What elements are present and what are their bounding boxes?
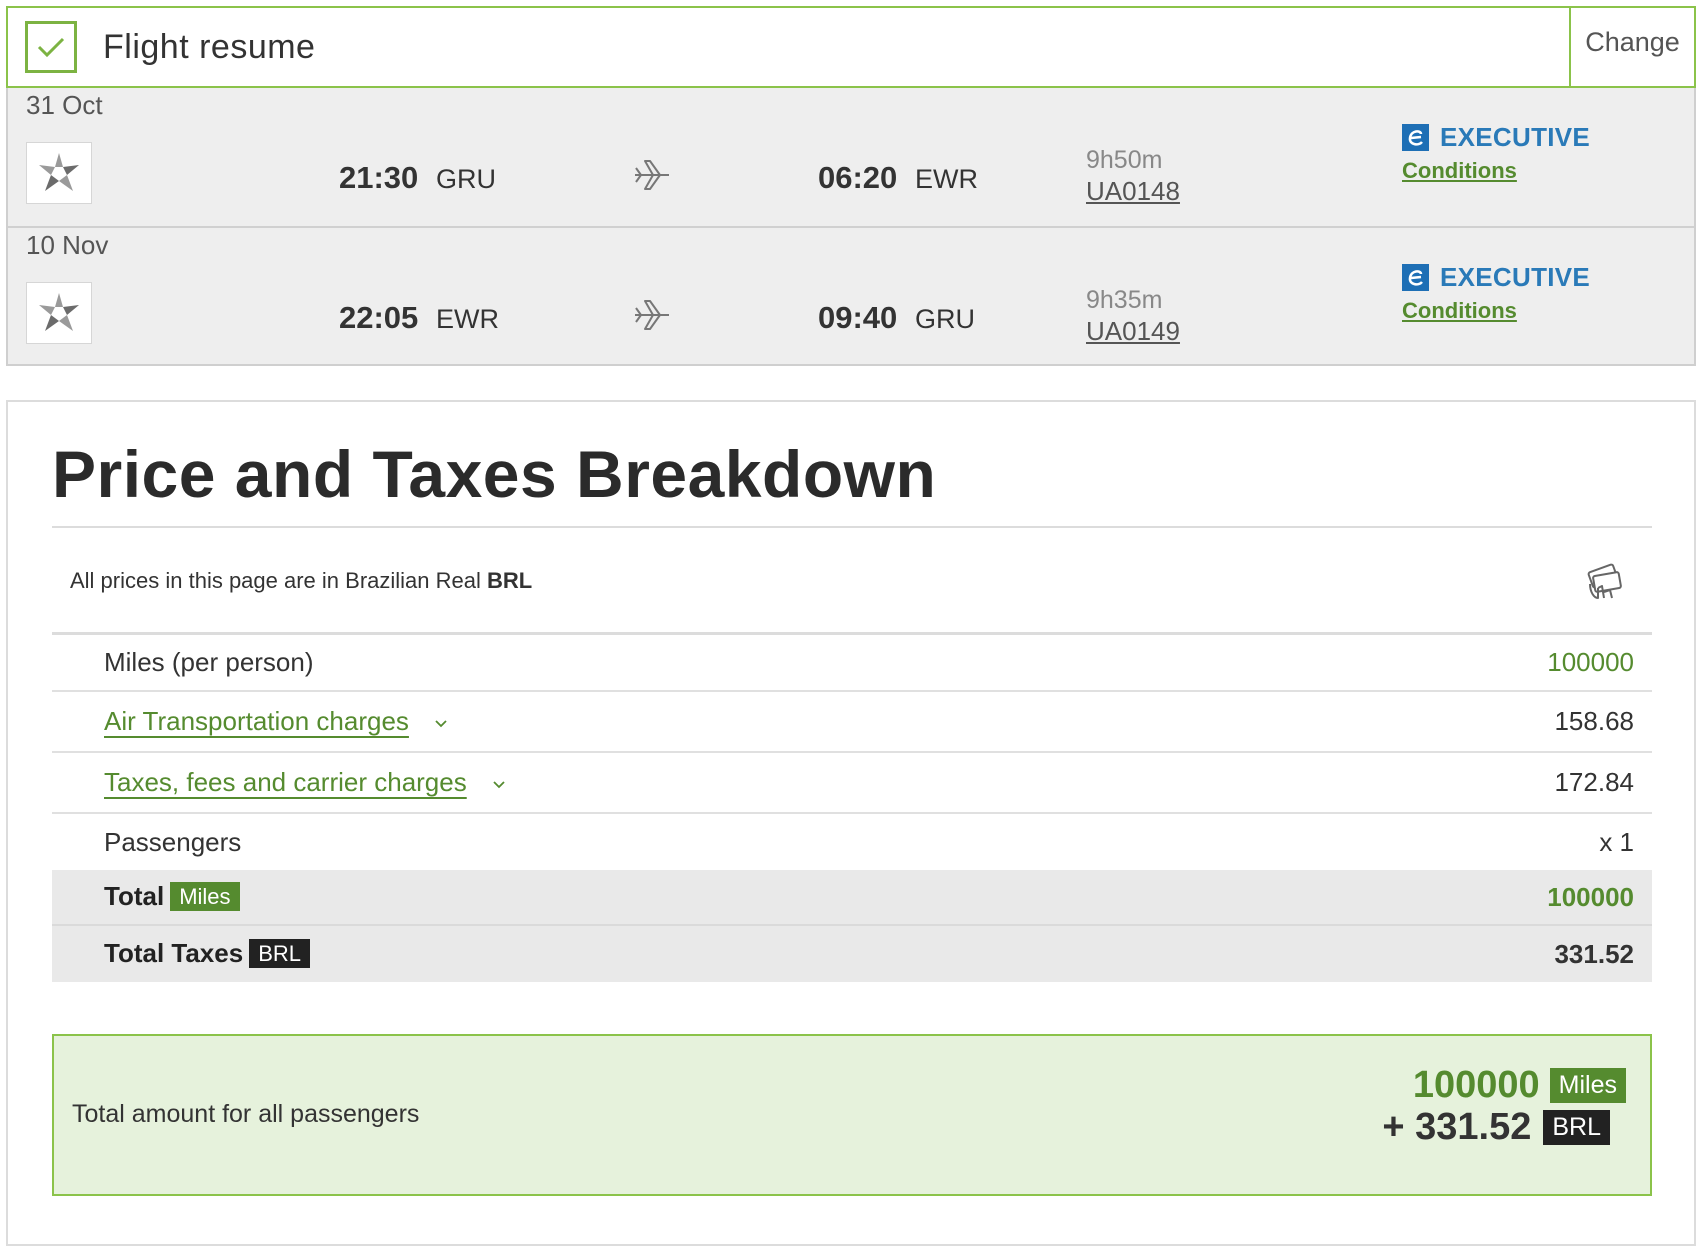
price-breakdown-title: Price and Taxes Breakdown: [52, 437, 937, 511]
flight-segment-outbound: 31 Oct 21:30 GRU 06:20 EWR 9h50m UA0148 …: [8, 88, 1694, 226]
grand-total-label: Total amount for all passengers: [72, 1100, 420, 1128]
flight-duration: 9h50m: [1086, 146, 1163, 174]
passengers-row: Passengers x 1: [52, 814, 1652, 870]
arrival-time: 09:40: [818, 300, 898, 335]
grand-total-box: Total amount for all passengers 100000 M…: [52, 1034, 1652, 1196]
currency-note-text: All prices in this page are in Brazilian…: [70, 568, 487, 593]
row-value: 100000: [1547, 647, 1634, 677]
row-value: 158.68: [1554, 706, 1634, 736]
row-label: Miles (per person): [104, 647, 314, 677]
total-taxes-value: 331.52: [1554, 938, 1634, 969]
grand-total-brl: + 331.52 BRL: [1382, 1106, 1610, 1149]
row-value: 172.84: [1554, 767, 1634, 797]
flight-resume-title: Flight resume: [103, 28, 316, 66]
grand-total-miles: 100000 Miles: [1413, 1064, 1626, 1107]
miles-tag: Miles: [170, 881, 240, 911]
segment-date: 10 Nov: [26, 230, 109, 260]
change-button[interactable]: Change: [1569, 8, 1694, 88]
departure-time: 22:05: [339, 300, 419, 335]
brl-tag: BRL: [1543, 1110, 1610, 1145]
row-label: Passengers: [104, 826, 242, 857]
flight-number-link[interactable]: UA0149: [1086, 316, 1180, 347]
taxes-fees-toggle[interactable]: Taxes, fees and carrier charges: [104, 767, 506, 798]
chevron-down-icon[interactable]: [434, 713, 448, 734]
money-icon: [1584, 562, 1628, 607]
miles-tag: Miles: [1549, 1068, 1626, 1103]
flight-duration: 9h35m: [1086, 286, 1163, 314]
flight-segments: 31 Oct 21:30 GRU 06:20 EWR 9h50m UA0148 …: [6, 88, 1696, 366]
total-miles-row: Total Miles 100000: [52, 870, 1652, 926]
conditions-link[interactable]: Conditions: [1402, 158, 1517, 184]
arrival-airport: GRU: [915, 304, 975, 334]
total-miles-label: Total Miles: [104, 881, 240, 913]
row-label[interactable]: Air Transportation charges: [104, 706, 409, 736]
miles-per-person-row: Miles (per person) 100000: [52, 635, 1652, 692]
executive-cabin-icon: [1402, 124, 1429, 151]
price-breakdown-card: Price and Taxes Breakdown All prices in …: [6, 400, 1696, 1246]
flight-number-link[interactable]: UA0148: [1086, 176, 1180, 207]
departure-airport: EWR: [436, 304, 499, 334]
row-label[interactable]: Taxes, fees and carrier charges: [104, 767, 467, 797]
check-icon: [25, 21, 77, 73]
plane-icon: [633, 158, 671, 197]
plane-icon: [633, 298, 671, 337]
executive-cabin-icon: [1402, 264, 1429, 291]
total-taxes-row: Total Taxes BRL 331.52: [52, 926, 1652, 982]
total-miles-value: 100000: [1547, 881, 1634, 912]
row-value: x 1: [1599, 826, 1634, 857]
star-alliance-logo-icon: [26, 142, 92, 204]
cabin-class-label: EXECUTIVE: [1440, 122, 1591, 152]
conditions-link[interactable]: Conditions: [1402, 298, 1517, 324]
taxes-fees-row[interactable]: Taxes, fees and carrier charges 172.84: [52, 753, 1652, 814]
grand-brl-value: + 331.52: [1382, 1106, 1532, 1148]
departure-airport: GRU: [436, 164, 496, 194]
arrival-time: 06:20: [818, 160, 898, 195]
brl-tag: BRL: [249, 938, 310, 968]
divider: [52, 526, 1652, 528]
currency-note: All prices in this page are in Brazilian…: [70, 568, 532, 594]
air-transportation-row[interactable]: Air Transportation charges 158.68: [52, 692, 1652, 753]
air-transportation-toggle[interactable]: Air Transportation charges: [104, 706, 448, 737]
currency-code: BRL: [486, 568, 533, 593]
cabin-class-label: EXECUTIVE: [1440, 262, 1591, 292]
flight-resume-header: Flight resume Change: [6, 6, 1696, 88]
total-label: Total: [104, 881, 165, 912]
chevron-down-icon[interactable]: [492, 774, 506, 795]
total-taxes-label: Total Taxes BRL: [104, 938, 310, 970]
arrival-airport: EWR: [915, 164, 978, 194]
departure-time: 21:30: [339, 160, 419, 195]
star-alliance-logo-icon: [26, 282, 92, 344]
segment-date: 31 Oct: [26, 90, 103, 120]
flight-segment-return: 10 Nov 22:05 EWR 09:40 GRU 9h35m UA0149 …: [8, 226, 1694, 364]
total-taxes-text: Total Taxes: [104, 938, 244, 969]
grand-miles-value: 100000: [1412, 1064, 1540, 1106]
